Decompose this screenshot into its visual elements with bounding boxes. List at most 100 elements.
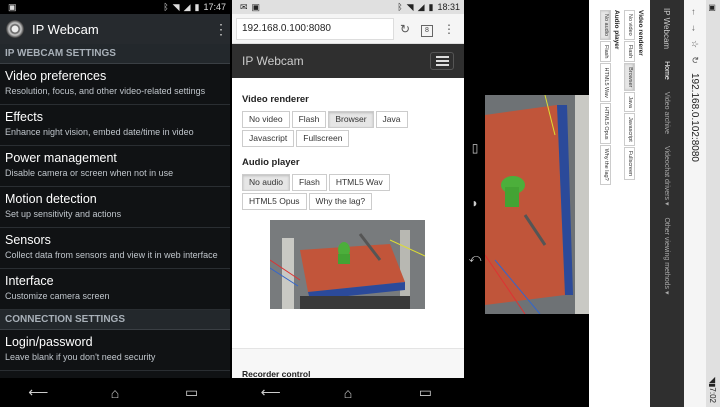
pref-sensors[interactable]: Sensors Collect data from sensors and vi… (0, 228, 230, 269)
ap-html5-opus-button[interactable]: HTML5 Opus (600, 102, 611, 144)
pref-login-password[interactable]: Login/password Leave blank if you don't … (0, 330, 230, 371)
home-icon[interactable]: ⌂ (333, 385, 363, 401)
pref-motion-detection[interactable]: Motion detection Set up sensitivity and … (0, 187, 230, 228)
vr-browser-button[interactable]: Browser (624, 63, 635, 92)
forward-arrow-icon[interactable]: → (690, 20, 700, 36)
browser-rotated-chrome: ▣ ◥ ▮ 7:02 ← → ☆ ↻ 192.168.0.102:8080 IP… (650, 0, 720, 407)
star-icon[interactable]: ☆ (690, 36, 701, 52)
overflow-menu-icon[interactable]: ⋮ (214, 22, 228, 36)
home-icon[interactable]: ◗ (465, 196, 485, 210)
vr-javascript-button[interactable]: Javascript (624, 112, 635, 146)
hamburger-menu-icon[interactable] (430, 52, 454, 70)
ap-why-lag-button[interactable]: Why the lag? (600, 144, 611, 185)
pref-title: Login/password (5, 335, 93, 349)
pref-video-preferences[interactable]: Video preferences Resolution, focus, and… (0, 64, 230, 105)
pref-subtitle: Collect data from sensors and view it in… (5, 250, 218, 260)
status-time: 18:31 (437, 2, 460, 12)
recents-icon[interactable]: ▭ (177, 384, 207, 401)
site-title[interactable]: IP Webcam (242, 54, 430, 68)
nav-tab-videochat-drivers[interactable]: Videochat drivers ▾ (663, 146, 671, 205)
address-bar[interactable]: 192.168.0.102:8080 (687, 68, 703, 403)
back-icon[interactable]: ⟵ (23, 384, 53, 401)
rotated-control-panel: Video renderer No video Flash Browser Ja… (589, 0, 650, 407)
pref-title: Power management (5, 151, 117, 165)
pref-effects[interactable]: Effects Enhance night vision, embed date… (0, 105, 230, 146)
nav-tab-video-archive[interactable]: Video archive (664, 92, 671, 134)
ap-html5-opus-button[interactable]: HTML5 Opus (242, 193, 307, 210)
pref-power-management[interactable]: Power management Disable camera or scree… (0, 146, 230, 187)
status-bar: ▣ ◥ ▮ 7:02 (706, 0, 720, 407)
ap-why-lag-button[interactable]: Why the lag? (308, 193, 373, 210)
reload-icon[interactable]: ↻ (394, 22, 416, 36)
app-title: IP Webcam (32, 21, 99, 37)
ap-no-audio-button[interactable]: No audio (600, 10, 611, 41)
site-title[interactable]: IP Webcam (663, 8, 672, 49)
battery-icon: ▮ (194, 1, 200, 12)
vr-java-button[interactable]: Java (624, 92, 635, 112)
status-time: 7:02 (708, 387, 718, 403)
recorder-control-label: Recorder control (232, 348, 464, 379)
pref-subtitle: Customize camera screen (5, 291, 110, 301)
address-bar[interactable]: 192.168.0.100:8080 (236, 17, 394, 40)
camera-video-feed (485, 95, 589, 314)
ap-flash-button[interactable]: Flash (292, 174, 327, 191)
vr-flash-button[interactable]: Flash (291, 111, 327, 128)
vr-browser-button[interactable]: Browser (328, 111, 374, 128)
section-header-connection-settings: CONNECTION SETTINGS (0, 310, 230, 330)
recents-icon[interactable]: ▯ (465, 141, 485, 155)
bluetooth-icon: ᛒ (397, 2, 403, 12)
pref-interface[interactable]: Interface Customize camera screen (0, 269, 230, 310)
notification-icon: ▣ (8, 1, 17, 12)
pref-subtitle: Set up sensitivity and actions (5, 209, 122, 219)
vr-fullscreen-button[interactable]: Fullscreen (624, 146, 635, 181)
browser-toolbar: ← → ☆ ↻ 192.168.0.102:8080 (684, 0, 706, 407)
site-navbar: IP Webcam (232, 44, 464, 78)
ap-flash-button[interactable]: Flash (600, 41, 611, 63)
system-nav-bar: ⟵ ⌂ ▭ (232, 378, 464, 407)
signal-icon: ◢ (417, 1, 425, 12)
nav-tab-home[interactable]: Home (664, 61, 671, 80)
recents-icon[interactable]: ▭ (410, 384, 440, 401)
audio-player-label: Audio player (242, 157, 300, 168)
nav-tab-other-viewing-methods[interactable]: Other viewing methods ▾ (663, 217, 671, 294)
vr-fullscreen-button[interactable]: Fullscreen (296, 130, 350, 147)
pref-subtitle: Disable camera or screen when not in use (5, 168, 174, 178)
overflow-menu-icon[interactable]: ⋮ (438, 22, 460, 36)
pref-subtitle: Resolution, focus, and other video-relat… (5, 86, 206, 96)
signal-icon: ◢ (183, 1, 191, 12)
mail-icon: ✉ (240, 1, 248, 12)
status-bar: ✉ ▣ ᛒ ◥ ◢ ▮ 18:31 (232, 0, 464, 14)
reload-icon[interactable]: ↻ (690, 52, 701, 68)
vr-javascript-button[interactable]: Javascript (242, 130, 295, 147)
browser-landscape-screen: ▯ ◗ ⤺ Video renderer No video Flash Brow… (465, 0, 650, 407)
home-icon[interactable]: ⌂ (100, 385, 130, 401)
vr-no-video-button[interactable]: No video (624, 10, 635, 40)
tabs-button[interactable]: 8 (416, 21, 438, 37)
image-icon: ▣ (251, 1, 261, 12)
pref-title: Video preferences (5, 69, 107, 83)
camera-video-feed (270, 220, 425, 309)
back-icon[interactable]: ⤺ (465, 251, 485, 266)
ip-webcam-logo-icon (6, 20, 24, 38)
settings-screen: ▣ ᛒ ◥ ◢ ▮ 17:47 IP Webcam ⋮ IP WEBCAM SE… (0, 0, 230, 407)
video-renderer-group: No video Flash Browser Java Javascript F… (242, 111, 454, 147)
screenshot-icon: ▣ (708, 4, 718, 12)
site-navbar: IP Webcam Home Video archive Videochat d… (650, 0, 684, 407)
video-renderer-label: Video renderer (637, 10, 644, 56)
vr-no-video-button[interactable]: No video (242, 111, 290, 128)
ap-no-audio-button[interactable]: No audio (242, 174, 291, 191)
pref-subtitle: Enhance night vision, embed date/time in… (5, 127, 194, 137)
browser-toolbar: 192.168.0.100:8080 ↻ 8 ⋮ (232, 14, 464, 44)
audio-player-group: No audio Flash HTML5 Wav HTML5 Opus Why … (242, 174, 454, 210)
control-panel: Video renderer No video Flash Browser Ja… (232, 78, 464, 309)
vr-java-button[interactable]: Java (375, 111, 408, 128)
back-icon[interactable]: ⟵ (256, 384, 286, 401)
tabs-count: 8 (421, 24, 433, 37)
pref-title: Interface (5, 274, 54, 288)
ap-html5-wav-button[interactable]: HTML5 Wav (328, 174, 390, 191)
ap-html5-wav-button[interactable]: HTML5 Wav (600, 63, 611, 102)
back-arrow-icon[interactable]: ← (690, 4, 700, 20)
wifi-icon: ◥ (172, 1, 180, 12)
wifi-icon: ◥ (406, 1, 414, 12)
vr-flash-button[interactable]: Flash (624, 40, 635, 63)
